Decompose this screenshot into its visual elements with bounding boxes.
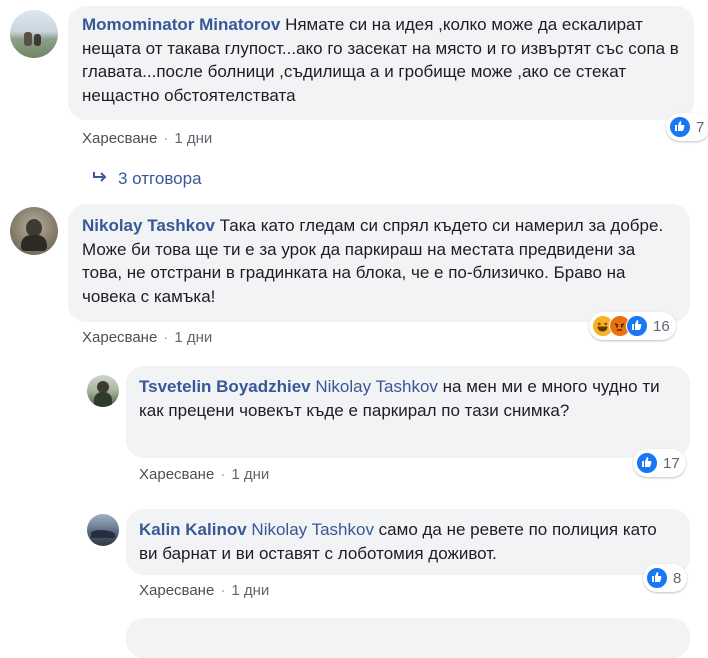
like-icon (636, 452, 658, 474)
comment-age[interactable]: 1 дни (174, 130, 212, 147)
like-link[interactable]: Харесване (139, 466, 214, 483)
comment-bubble-partial (126, 618, 690, 658)
replies-count-label[interactable]: 3 отговора (118, 169, 202, 189)
avatar[interactable] (87, 514, 119, 546)
comment-author[interactable]: Kalin Kalinov (139, 520, 247, 539)
like-link[interactable]: Харесване (139, 582, 214, 599)
like-link[interactable]: Харесване (82, 130, 157, 147)
comment-age[interactable]: 1 дни (231, 582, 269, 599)
reaction-count: 8 (673, 569, 682, 587)
comment-actions: Харесване · 1 дни (139, 466, 270, 483)
comment-age[interactable]: 1 дни (174, 329, 212, 346)
comment-actions: Харесване · 1 дни (82, 130, 213, 147)
comment-bubble: Tsvetelin Boyadzhiev Nikolay Tashkov на … (126, 366, 690, 458)
reply-arrow-icon (92, 169, 108, 189)
comment-age[interactable]: 1 дни (231, 466, 269, 483)
comment-bubble: Nikolay Tashkov Така като гледам си спря… (68, 204, 690, 322)
mention-link[interactable]: Nikolay Tashkov (251, 520, 374, 539)
comment-author[interactable]: Nikolay Tashkov (82, 216, 215, 235)
comment-actions: Харесване · 1 дни (82, 329, 213, 346)
like-icon (646, 567, 668, 589)
reaction-summary[interactable]: 7 (666, 113, 708, 141)
avatar[interactable] (10, 207, 58, 255)
reaction-summary[interactable]: 17 (633, 449, 686, 477)
comment-author[interactable]: Tsvetelin Boyadzhiev (139, 377, 311, 396)
mention-link[interactable]: Nikolay Tashkov (315, 377, 438, 396)
view-replies-link[interactable]: 3 отговора (92, 169, 202, 189)
reaction-count: 17 (663, 454, 680, 472)
avatar[interactable] (10, 10, 58, 58)
comment-author[interactable]: Momominator Minatorov (82, 15, 280, 34)
comment-bubble: Kalin Kalinov Nikolay Tashkov само да не… (126, 509, 690, 575)
comment-bubble: Momominator Minatorov Нямате си на идея … (68, 6, 694, 120)
like-link[interactable]: Харесване (82, 329, 157, 346)
like-icon (626, 315, 648, 337)
like-icon (669, 116, 691, 138)
reaction-summary[interactable]: 8 (643, 564, 688, 592)
comment-actions: Харесване · 1 дни (139, 582, 270, 599)
reaction-count: 16 (653, 317, 670, 335)
avatar[interactable] (87, 375, 119, 407)
reaction-summary[interactable]: 16 (589, 312, 676, 340)
reaction-count: 7 (696, 118, 705, 136)
